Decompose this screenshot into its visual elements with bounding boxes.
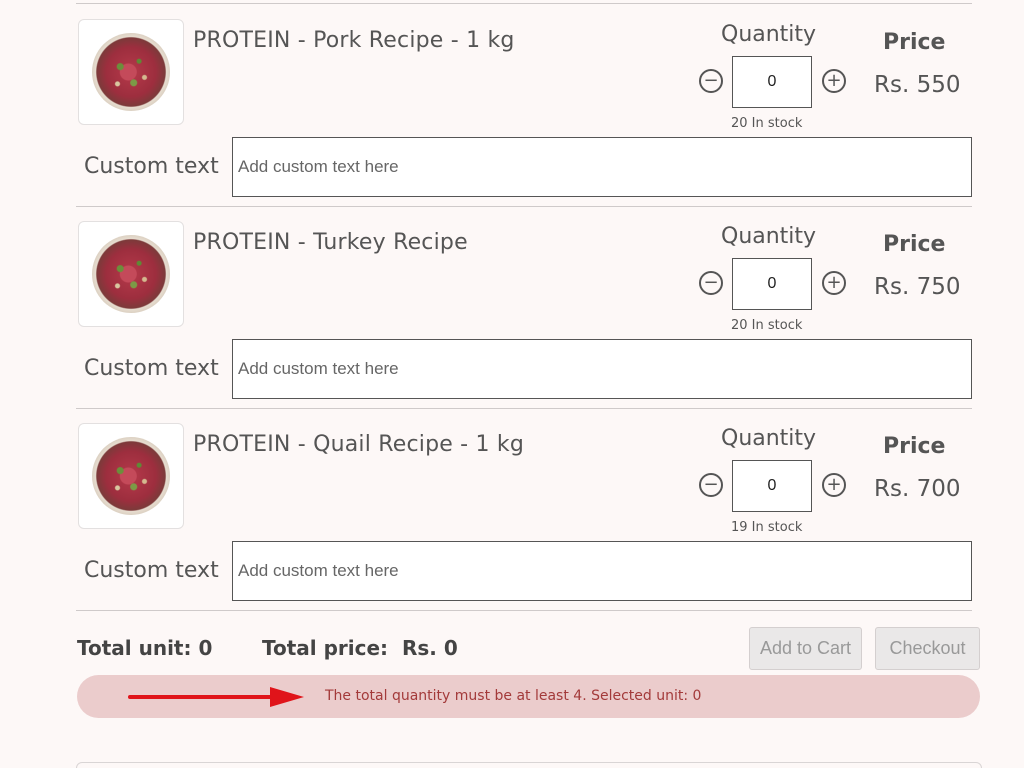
product-name: PROTEIN - Quail Recipe - 1 kg (193, 432, 524, 457)
checkout-button[interactable]: Checkout (875, 627, 980, 670)
product-name: PROTEIN - Turkey Recipe (193, 230, 468, 255)
total-price: Total price: Rs. 0 (262, 636, 458, 660)
quantity-label: Quantity (721, 426, 817, 451)
product-image[interactable] (78, 19, 184, 125)
price-label: Price (883, 232, 946, 257)
price-label: Price (883, 434, 946, 459)
stock-text: 20 In stock (731, 116, 803, 131)
alert-message: The total quantity must be at least 4. S… (325, 688, 702, 704)
divider (76, 610, 972, 611)
plus-circle-icon[interactable]: + (822, 473, 846, 497)
custom-text-label: Custom text (84, 558, 219, 583)
quantity-input[interactable] (732, 258, 812, 310)
red-arrow-icon (128, 687, 304, 707)
food-bowl-image (92, 437, 170, 515)
plus-circle-icon[interactable]: + (822, 69, 846, 93)
custom-text-input[interactable] (232, 137, 972, 197)
product-image[interactable] (78, 221, 184, 327)
minus-circle-icon[interactable]: − (699, 271, 723, 295)
stock-text: 19 In stock (731, 520, 803, 535)
quantity-input[interactable] (732, 56, 812, 108)
stock-text: 20 In stock (731, 318, 803, 333)
next-section-box (76, 762, 982, 768)
product-name: PROTEIN - Pork Recipe - 1 kg (193, 28, 515, 53)
product-row-quail: PROTEIN - Quail Recipe - 1 kg Quantity −… (0, 404, 1024, 606)
quantity-label: Quantity (721, 224, 817, 249)
custom-text-label: Custom text (84, 356, 219, 381)
minus-circle-icon[interactable]: − (699, 473, 723, 497)
food-bowl-image (92, 235, 170, 313)
custom-text-label: Custom text (84, 154, 219, 179)
quantity-input[interactable] (732, 460, 812, 512)
total-unit: Total unit: 0 (77, 636, 213, 660)
plus-circle-icon[interactable]: + (822, 271, 846, 295)
price-label: Price (883, 30, 946, 55)
product-image[interactable] (78, 423, 184, 529)
price-value: Rs. 700 (874, 476, 961, 502)
minus-circle-icon[interactable]: − (699, 69, 723, 93)
product-row-pork: PROTEIN - Pork Recipe - 1 kg Quantity − … (0, 0, 1024, 202)
custom-text-input[interactable] (232, 541, 972, 601)
price-value: Rs. 550 (874, 72, 961, 98)
add-to-cart-button[interactable]: Add to Cart (749, 627, 862, 670)
quantity-label: Quantity (721, 22, 817, 47)
product-row-turkey: PROTEIN - Turkey Recipe Quantity − + 20 … (0, 202, 1024, 404)
product-order-panel: PROTEIN - Pork Recipe - 1 kg Quantity − … (0, 0, 1024, 768)
food-bowl-image (92, 33, 170, 111)
custom-text-input[interactable] (232, 339, 972, 399)
price-value: Rs. 750 (874, 274, 961, 300)
